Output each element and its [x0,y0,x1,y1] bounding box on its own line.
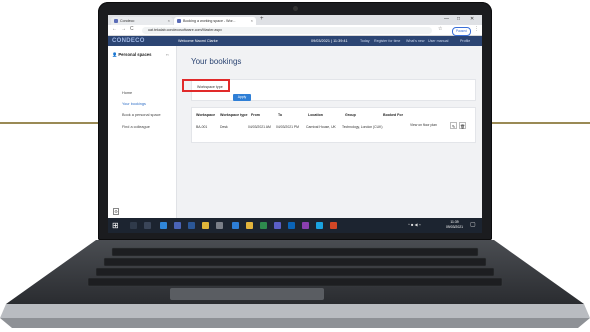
forward-arrow-icon[interactable]: → [121,26,126,32]
powerpoint-icon[interactable] [330,222,337,229]
close-window-button[interactable]: ✕ [470,16,474,22]
sidebar-item-home[interactable]: Home [122,91,132,95]
maximize-button[interactable]: □ [457,16,460,22]
sidebar-item-your-bookings[interactable]: Your bookings [122,102,146,106]
browser-tab-bar: Condeco × Booking a working space - Wor.… [108,15,482,25]
laptop-base [0,240,590,328]
background-rule-left [0,122,100,124]
column-header-from: From [251,113,260,117]
back-arrow-icon[interactable]: ← [112,26,117,32]
browser-address-bar: ← → C uat.tekalab.condecosoftware.com/Ma… [108,25,482,36]
system-tray-icons[interactable]: ^ ■ ◀ ⌁ [408,222,421,227]
page-title: Your bookings [191,57,242,66]
search-icon[interactable] [130,222,137,229]
pencil-icon[interactable]: ✎ [450,122,457,129]
apply-button[interactable]: Apply [233,94,251,101]
explorer-icon[interactable] [246,222,253,229]
person-icon: 👤 [112,52,118,57]
taskbar-clock[interactable]: 11:39 09/03/2021 [446,220,463,230]
table-cell-group: Technology, London (CUK) [342,125,383,129]
background-rule-right [490,122,590,124]
skype-icon[interactable] [316,222,323,229]
windows-start-icon[interactable]: ⊞ [112,221,119,230]
view-floor-plan-button[interactable]: View on floor plan [410,123,437,127]
edge-icon[interactable] [160,222,167,229]
column-header-location: Location [308,113,323,117]
nav-register[interactable]: Register for time [374,36,400,46]
column-header-workspace: Workspace [196,113,216,117]
settings-gear-icon[interactable]: ⚙ [113,208,119,215]
condeco-favicon-icon [114,19,118,23]
table-cell-location: Carnival House, UK [306,125,336,129]
tab-label: Booking a working space - Wor... [183,19,236,23]
star-icon[interactable]: ☆ [438,26,442,32]
column-header-booked-for: Booked For [383,113,403,117]
browser-tab-booking[interactable]: Booking a working space - Wor... × [174,17,256,25]
nav-profile[interactable]: Profile [460,36,470,46]
laptop-screen: Condeco × Booking a working space - Wor.… [108,15,482,233]
condeco-logo: CONDECO [112,38,145,44]
excel-icon[interactable] [260,222,267,229]
word-icon[interactable] [188,222,195,229]
sidebar: 👤 Personal spaces ‹‹ Home Your bookings … [108,46,177,226]
close-tab-icon[interactable]: × [251,17,253,25]
condeco-favicon-icon [177,19,181,23]
mail-icon[interactable] [232,222,239,229]
column-header-group: Group [345,113,356,117]
sidebar-item-book-personal-space[interactable]: Book a personal space [122,113,161,117]
minimize-button[interactable]: — [444,16,449,22]
sidebar-heading: 👤 Personal spaces [112,52,152,57]
new-tab-button[interactable]: + [260,16,264,22]
column-header-workspace-type: Workspace type [220,113,248,117]
browser-tab-condeco[interactable]: Condeco × [111,17,173,25]
table-cell-workspace-type: Desk [220,125,228,129]
table-cell-workspace: BA-001 [196,125,208,129]
notifications-icon[interactable]: ▢ [470,221,476,228]
welcome-text: Welcome Naomi Clarke [178,39,218,43]
close-tab-icon[interactable]: × [168,17,170,25]
table-cell-from: 04/03/2021 AM [248,125,271,129]
reload-icon[interactable]: C [130,26,134,32]
onenote-icon[interactable] [302,222,309,229]
app-header: CONDECO Welcome Naomi Clarke 09/03/2021 … [108,36,482,46]
collapse-sidebar-icon[interactable]: ‹‹ [166,52,169,57]
nav-today[interactable]: Today [360,36,370,46]
url-field[interactable]: uat.tekalab.condecosoftware.com/Master.a… [142,26,432,34]
nav-user-manual[interactable]: User manual [428,36,448,46]
profile-paused-badge[interactable]: Paused [452,26,471,36]
task-view-icon[interactable] [144,222,151,229]
outlook-icon[interactable] [288,222,295,229]
menu-kebab-icon[interactable]: ⋮ [474,26,479,32]
sidebar-item-find-colleague[interactable]: Find a colleague [122,125,150,129]
nav-whats-new[interactable]: What's new [406,36,424,46]
column-header-to: To [278,113,283,117]
teams-icon[interactable] [274,222,281,229]
settings-app-icon[interactable] [216,222,223,229]
trash-icon[interactable]: 🗑 [459,122,466,129]
highlight-box [182,79,230,92]
touchpad[interactable] [170,288,324,300]
store-icon[interactable] [174,222,181,229]
webcam [293,6,298,11]
windows-taskbar: ⊞ ^ ■ ◀ ⌁ 11:39 09/03/2021 ▢ [108,218,482,233]
chrome-icon[interactable] [202,222,209,229]
tab-label: Condeco [120,19,135,23]
table-cell-to: 04/03/2021 PM [276,125,299,129]
header-datetime: 09/03/2021 | 11:39:41 [311,39,348,43]
